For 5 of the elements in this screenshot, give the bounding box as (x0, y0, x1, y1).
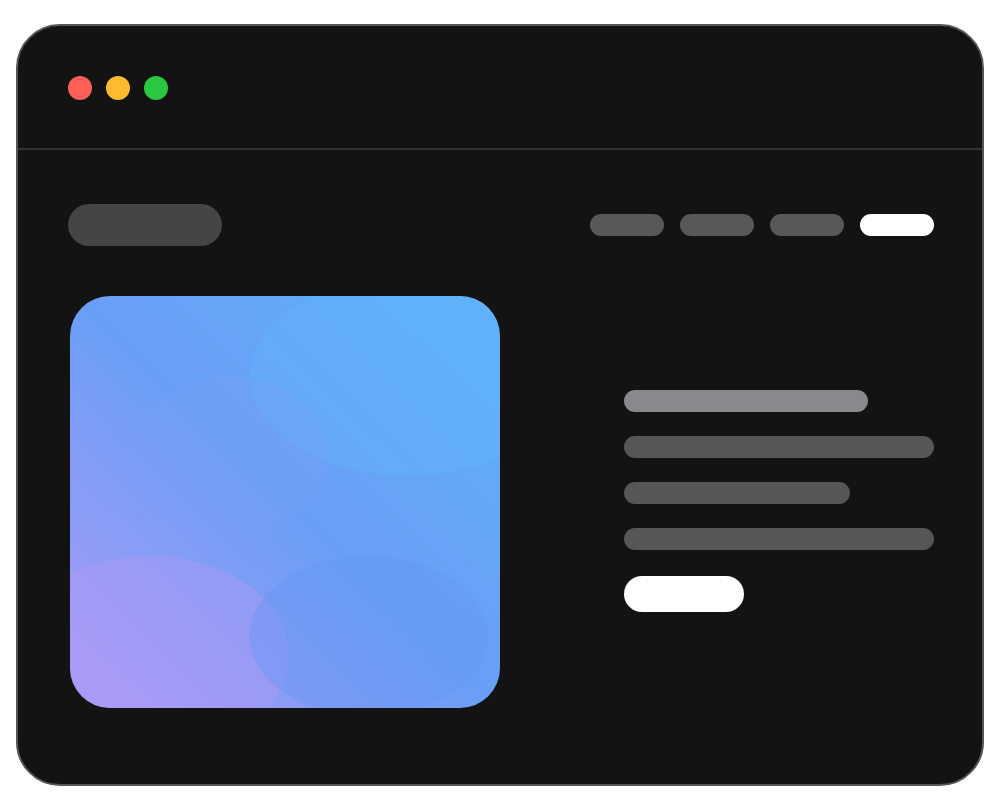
nav-item-placeholder[interactable] (860, 214, 934, 236)
window-control-dot[interactable] (68, 75, 92, 99)
button-placeholder[interactable] (624, 576, 744, 612)
window-control-dot[interactable] (144, 75, 168, 99)
window-control-dot[interactable] (106, 75, 130, 99)
